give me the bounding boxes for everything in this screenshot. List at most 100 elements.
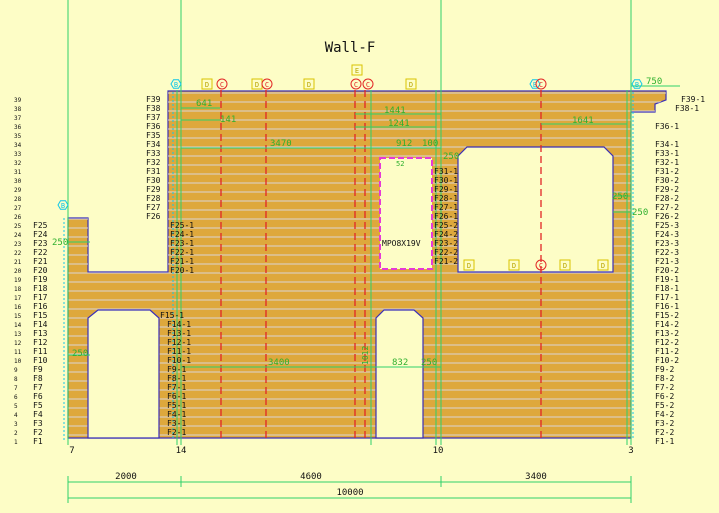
course-label-pier: F14-1: [167, 320, 191, 329]
course-label-right: F10-2: [655, 356, 679, 365]
course-label-left: F22: [33, 248, 48, 257]
course-label-right: F11-2: [655, 347, 679, 356]
course-label-upper-left: F34: [146, 140, 161, 149]
marker-letter: C: [265, 81, 269, 89]
course-label-right: F23-3: [655, 239, 679, 248]
course-label-upper-left: F33: [146, 149, 161, 158]
course-label-left: F17: [33, 293, 48, 302]
row-number: 38: [14, 106, 22, 113]
row-number: 27: [14, 205, 22, 212]
marker-c-icon: C: [261, 78, 273, 90]
course-label-mid: F29-1: [434, 185, 458, 194]
course-label-left: F8: [33, 374, 43, 383]
row-number: 11: [14, 349, 22, 356]
course-label-right: F31-2: [655, 167, 679, 176]
course-label-left: F24: [33, 230, 48, 239]
dim-1012-vertical: 1012: [361, 346, 370, 365]
row-number: 12: [14, 340, 22, 347]
course-label-mid: F22-2: [434, 248, 458, 257]
row-number: 21: [14, 259, 22, 266]
course-label-right-top: F38-1: [675, 104, 699, 113]
course-label-right: F14-2: [655, 320, 679, 329]
dim-641: 641: [196, 99, 212, 109]
course-label-right: F6-2: [655, 392, 674, 401]
dim-3400-mid: 3400: [268, 358, 290, 368]
row-number: 22: [14, 250, 22, 257]
marker-letter: D: [255, 81, 259, 89]
row-number: 34: [14, 142, 22, 149]
opening-door-center: [375, 309, 424, 439]
grid-number-7: 7: [69, 446, 74, 456]
grid-number-3: 3: [628, 446, 633, 456]
bottom-dim-3400: 3400: [525, 472, 547, 482]
marker-d-icon: D: [201, 78, 213, 90]
course-label-right-top: F39-1: [681, 95, 705, 104]
course-label-left: F20: [33, 266, 48, 275]
row-number: 7: [14, 385, 18, 392]
row-number: 17: [14, 295, 22, 302]
course-label-left: F2: [33, 428, 43, 437]
row-number: 6: [14, 394, 18, 401]
dim-250-right-a: 250: [612, 192, 628, 202]
marker-b-icon: B: [631, 79, 643, 89]
dim-100: 100: [422, 139, 438, 149]
course-label-left: F25: [33, 221, 48, 230]
marker-b-icon: B: [57, 200, 69, 210]
course-label-right: F20-2: [655, 266, 679, 275]
course-label-left: F21: [33, 257, 48, 266]
course-label-pier: F12-1: [167, 338, 191, 347]
marker-letter: D: [512, 262, 516, 270]
bottom-dim-4600: 4600: [300, 472, 322, 482]
marker-c-icon: C: [216, 78, 228, 90]
course-label-left: F13: [33, 329, 48, 338]
row-number: 31: [14, 169, 22, 176]
opening-label-mpo: MPO8X19V: [382, 239, 421, 248]
dim-250-door: 250: [421, 358, 437, 368]
row-number: 1: [14, 439, 18, 446]
dim-1641: 1641: [572, 116, 594, 126]
course-label-right: F22-3: [655, 248, 679, 257]
course-label-left: F14: [33, 320, 48, 329]
course-label-pier: F8-1: [167, 374, 186, 383]
opening-window-bottom-left: [87, 309, 160, 439]
course-label-right: F13-2: [655, 329, 679, 338]
course-label-right: F2-2: [655, 428, 674, 437]
course-label-upper-left: F27: [146, 203, 161, 212]
row-number: 36: [14, 124, 22, 131]
row-number: 14: [14, 322, 22, 329]
course-label-left: F12: [33, 338, 48, 347]
course-label-right: F33-1: [655, 149, 679, 158]
course-label-pier-upper: F22-1: [170, 248, 194, 257]
course-label-right: F24-3: [655, 230, 679, 239]
course-label-right: F15-2: [655, 311, 679, 320]
marker-letter: B: [61, 202, 65, 210]
course-label-mid: F31-1: [434, 167, 458, 176]
course-label-right: F18-1: [655, 284, 679, 293]
marker-c-icon: C: [362, 78, 374, 90]
course-label-right: F12-2: [655, 338, 679, 347]
dim-912: 912: [396, 139, 412, 149]
course-label-left: F23: [33, 239, 48, 248]
course-label-left: F11: [33, 347, 48, 356]
course-label-mid: F25-2: [434, 221, 458, 230]
marker-letter: B: [174, 81, 178, 89]
row-number: 24: [14, 232, 22, 239]
course-label-left: F10: [33, 356, 48, 365]
course-label-left: F5: [33, 401, 43, 410]
row-number: 15: [14, 313, 22, 320]
dim-750: 750: [646, 77, 662, 87]
marker-letter: C: [354, 81, 358, 89]
marker-letter: D: [307, 81, 311, 89]
course-label-pier-upper: F20-1: [170, 266, 194, 275]
row-number: 19: [14, 277, 22, 284]
row-number: 32: [14, 160, 22, 167]
course-label-pier: F10-1: [167, 356, 191, 365]
course-label-upper-left: F36: [146, 122, 161, 131]
row-number: 2: [14, 430, 18, 437]
course-label-upper-left: F37: [146, 113, 161, 122]
dim-52: 52: [396, 160, 404, 168]
marker-d-icon: D: [405, 78, 417, 90]
course-label-pier: F13-1: [167, 329, 191, 338]
course-label-pier: F11-1: [167, 347, 191, 356]
row-number: 29: [14, 187, 22, 194]
